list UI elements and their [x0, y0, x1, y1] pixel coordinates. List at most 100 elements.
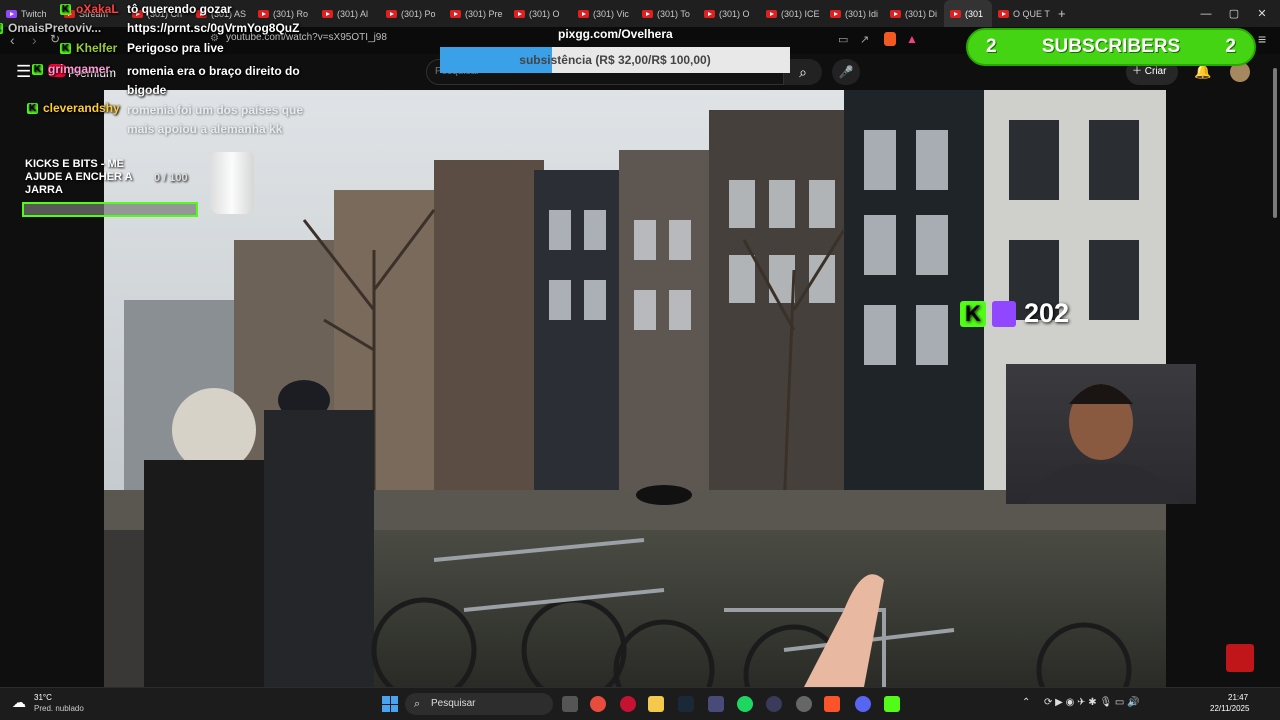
- weather-temp[interactable]: 31°C: [34, 693, 52, 702]
- new-tab-button[interactable]: +: [1052, 0, 1076, 27]
- file-explorer-icon[interactable]: [648, 696, 664, 712]
- weather-desc[interactable]: Pred. nublado: [34, 704, 84, 713]
- youtube-tab-icon: [450, 9, 461, 18]
- browser-tab[interactable]: (301) O: [698, 0, 760, 27]
- create-label: Criar: [1144, 66, 1167, 77]
- twitch-tab-icon: [6, 9, 17, 18]
- pixgg-link: pixgg.com/Ovelhera: [558, 27, 673, 41]
- discord-icon[interactable]: [855, 696, 871, 712]
- brave-shield-icon[interactable]: [884, 32, 896, 46]
- clock-time[interactable]: 21:47: [1228, 693, 1248, 702]
- twitch-icon: [992, 300, 1016, 327]
- taskbar-search-icon: ⌕: [414, 698, 421, 710]
- hamburger-menu-icon[interactable]: ☰: [16, 62, 31, 82]
- chat-username: Kcleverandshy: [27, 101, 120, 115]
- clock-date[interactable]: 22/11/2025: [1210, 704, 1249, 713]
- opera-icon[interactable]: [620, 696, 636, 712]
- chat-username: K Khelfer: [60, 41, 117, 55]
- steam-icon[interactable]: [678, 696, 694, 712]
- taskbar-search-label: Pesquisar: [431, 698, 476, 709]
- windows-start-icon[interactable]: [382, 696, 398, 712]
- chat-username-text: OmaisPretoviv...: [8, 21, 102, 35]
- browser-tab[interactable]: (301) Vic: [572, 0, 636, 27]
- voice-search-icon[interactable]: 🎤: [832, 59, 860, 85]
- browser-tab-label: (301) Al: [337, 8, 369, 19]
- browser-menu-icon[interactable]: ≡: [1258, 31, 1266, 47]
- viewer-counter: K 202: [960, 298, 1069, 329]
- chat-message: https://prnt.sc/0gVrmYog8QuZ: [127, 21, 300, 35]
- kicks-goal-label: KICKS E BITS - ME AJUDE A ENCHER A JARRA: [25, 158, 133, 196]
- close-window-button[interactable]: ✕: [1246, 0, 1278, 27]
- browser-tab-label: (301) ICE: [781, 8, 820, 19]
- chat-username: K OmaisPretoviv...: [0, 21, 101, 35]
- youtube-tab-icon: [386, 9, 397, 18]
- subs-label: SUBSCRIBERS: [1041, 36, 1181, 57]
- browser-tab[interactable]: (301) Al: [316, 0, 380, 27]
- youtube-tab-icon: [950, 9, 961, 18]
- tray-chevron-icon[interactable]: ⌃: [1022, 697, 1030, 708]
- mini-player-icon[interactable]: [1226, 644, 1254, 672]
- share-icon[interactable]: ↗: [860, 33, 869, 46]
- chat-username-text: Khelfer: [76, 41, 118, 55]
- donation-goal-label: subsistência (R$ 32,00/R$ 100,00): [519, 53, 711, 67]
- app-icon-2[interactable]: [766, 696, 782, 712]
- chat-username-text: oXakaL: [76, 2, 119, 16]
- cast-icon[interactable]: ▭: [838, 33, 848, 46]
- brave-rewards-icon[interactable]: ▲: [906, 32, 918, 46]
- browser-tab-label: (301) O: [719, 8, 750, 19]
- kicks-goal-count: 0 / 100: [154, 172, 188, 184]
- browser-tab-label: (301) To: [657, 8, 690, 19]
- kick-app-icon[interactable]: [884, 696, 900, 712]
- chrome-icon[interactable]: [590, 696, 606, 712]
- browser-tab[interactable]: (301) Idi: [824, 0, 884, 27]
- browser-tab[interactable]: (301: [944, 0, 992, 27]
- browser-tab-label: (301) Di: [905, 8, 938, 19]
- browser-tab[interactable]: (301) ICE: [760, 0, 824, 27]
- spotify-icon[interactable]: [737, 696, 753, 712]
- taskbar-search[interactable]: ⌕ Pesquisar: [405, 693, 553, 715]
- kicks-goal-bar: [22, 202, 198, 217]
- subs-count-left: 2: [986, 36, 997, 57]
- browser-tab-label: (301: [965, 8, 984, 19]
- kick-badge-icon: K: [32, 64, 43, 76]
- browser-tab-label: (301) Ro: [273, 8, 309, 19]
- browser-tab[interactable]: O QUE T: [992, 0, 1052, 27]
- browser-tab[interactable]: (301) Pre: [444, 0, 508, 27]
- youtube-tab-icon: [258, 9, 269, 18]
- weather-icon[interactable]: ☁: [12, 694, 26, 711]
- chat-message: Perigoso pra live: [127, 41, 224, 55]
- task-view-icon[interactable]: [562, 696, 578, 712]
- browser-tab-label: O QUE T: [1013, 8, 1050, 19]
- jar-icon: [210, 152, 254, 214]
- chat-message: tô querendo gozar: [127, 2, 232, 16]
- page-scrollbar[interactable]: [1270, 54, 1280, 687]
- browser-tab[interactable]: (301) Po: [380, 0, 444, 27]
- browser-tab-label: (301) Pre: [465, 8, 503, 19]
- donation-goal-bar: subsistência (R$ 32,00/R$ 100,00): [440, 47, 790, 73]
- kick-badge-icon: K: [60, 43, 71, 55]
- youtube-tab-icon: [998, 9, 1009, 18]
- browser-tab[interactable]: (301) To: [636, 0, 698, 27]
- subscriber-goal-banner: 2 SUBSCRIBERS 2: [966, 28, 1256, 66]
- youtube-tab-icon: [578, 9, 589, 18]
- chat-username: KoXakaL: [60, 2, 119, 16]
- chat-username: Kgrimgamer: [32, 62, 110, 76]
- kick-badge-icon: K: [27, 103, 38, 115]
- browser-tab-label: (301) Idi: [845, 8, 879, 19]
- chat-username-text: grimgamer: [48, 62, 111, 76]
- kick-icon: K: [960, 300, 986, 327]
- chat-message: romenia era o braço direito do bigode: [127, 64, 300, 97]
- kick-badge-icon: K: [0, 23, 3, 35]
- browser-tab-label: (301) Vic: [593, 8, 629, 19]
- chat-username-text: cleverandshy: [43, 101, 120, 115]
- brave-icon[interactable]: [824, 696, 840, 712]
- tray-icons[interactable]: ⟳ ▶ ◉ ✈ ✱ 🎙 ▭ 🔊: [1044, 697, 1140, 708]
- viewer-count: 202: [1024, 298, 1070, 328]
- browser-tab-label: (301) Po: [401, 8, 436, 19]
- youtube-tab-icon: [766, 9, 777, 18]
- youtube-tab-icon: [642, 9, 653, 18]
- app-icon[interactable]: [708, 696, 724, 712]
- obs-icon[interactable]: [796, 696, 812, 712]
- browser-tab[interactable]: (301) Di: [884, 0, 944, 27]
- browser-tab[interactable]: (301) O: [508, 0, 572, 27]
